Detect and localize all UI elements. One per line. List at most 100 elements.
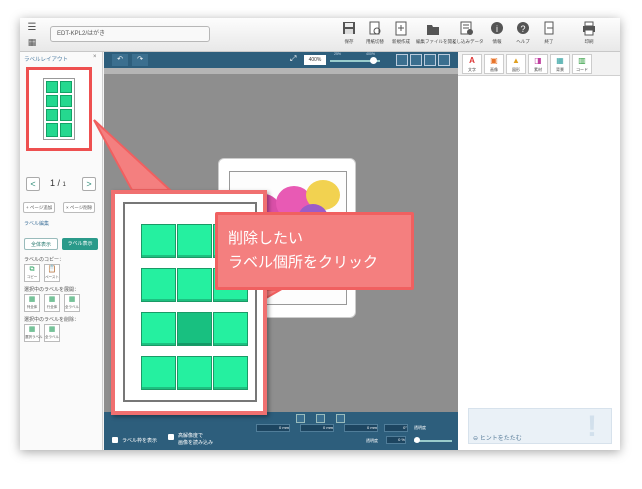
opacity-slider-handle[interactable] xyxy=(414,437,420,443)
panel-title: ラベルレイアウト xyxy=(24,57,69,63)
insert-background-button[interactable]: ▦ 背景 xyxy=(550,54,570,74)
x-position-field[interactable]: 0 mm xyxy=(256,424,290,432)
background-icon: ▦ xyxy=(556,56,564,65)
merge-data-label: 差し込みデータ xyxy=(452,39,484,44)
expand-label-heading: 選択中のラベルを展開： xyxy=(24,287,80,293)
thumbnail-label[interactable] xyxy=(60,109,72,121)
top-toolbar: ☰ ▦ EDT-KPL2/はがき 保存 用紙切替 新規作成 編集ファイルを開く … xyxy=(20,18,620,52)
delete-all-labels-button[interactable]: ▦ 全ラベル xyxy=(44,324,60,342)
rotate-270-icon[interactable] xyxy=(424,54,436,66)
thumbnail-label[interactable] xyxy=(60,123,72,137)
exit-button[interactable]: 終了 xyxy=(536,21,562,51)
delete-label-heading: 選択中のラベルを削除： xyxy=(24,317,80,323)
rotation-field[interactable]: 0° xyxy=(384,424,408,432)
insert-shape-button[interactable]: ▲ 図形 xyxy=(506,54,526,74)
page-thumbnail[interactable] xyxy=(26,67,92,151)
label-cell[interactable] xyxy=(177,268,212,302)
properties-panel: ! ⊖ ヒントをたたむ xyxy=(458,76,620,450)
thumbnail-label[interactable] xyxy=(46,81,58,93)
expand-column-button[interactable]: ▦ 列全体 xyxy=(24,294,40,312)
zoom-min-label: 25% xyxy=(334,52,342,56)
thumbnail-label[interactable] xyxy=(46,95,58,107)
document-title-field[interactable]: EDT-KPL2/はがき xyxy=(50,26,210,42)
insert-material-button[interactable]: ◨ 素材 xyxy=(528,54,548,74)
transparency-label: 透明度 xyxy=(414,425,426,430)
paper-switch-button[interactable]: 用紙切替 xyxy=(362,21,388,51)
collapse-hint-button[interactable]: ⊖ ヒントをたたむ xyxy=(473,433,522,442)
label-cell[interactable] xyxy=(141,268,176,302)
opacity-field[interactable]: 0 % xyxy=(386,436,406,444)
delete-selected-label-button[interactable]: ▦ 選択ラベル xyxy=(24,324,43,342)
save-button[interactable]: 保存 xyxy=(336,21,362,51)
layer-icon[interactable] xyxy=(296,414,305,423)
code-icon: ▥ xyxy=(578,56,586,65)
add-page-button[interactable]: + ページ追加 xyxy=(23,202,56,213)
lock-icon[interactable] xyxy=(316,414,325,423)
help-button[interactable]: ? ヘルプ xyxy=(510,21,536,51)
save-small-icon[interactable] xyxy=(336,414,345,423)
zoom-slider-handle[interactable] xyxy=(370,57,377,64)
delete-all-icon: ▦ xyxy=(48,326,56,333)
menu-icon[interactable]: ☰ xyxy=(24,21,40,34)
prev-page-button[interactable]: < xyxy=(26,177,40,191)
print-button[interactable]: 印刷 xyxy=(576,21,602,51)
svg-text:i: i xyxy=(496,24,498,34)
label-cell[interactable] xyxy=(141,224,176,258)
thumbnail-label[interactable] xyxy=(46,109,58,121)
next-page-button[interactable]: > xyxy=(82,177,96,191)
help-label: ヘルプ xyxy=(516,39,530,44)
thumbnail-label[interactable] xyxy=(60,81,72,93)
insert-text-button[interactable]: A 文字 xyxy=(462,54,482,74)
hires-checkbox[interactable] xyxy=(168,434,174,440)
label-cell[interactable] xyxy=(141,356,176,390)
copy-label-heading: ラベルのコピー： xyxy=(24,257,65,263)
page-total: 1 xyxy=(62,182,66,188)
label-cell[interactable] xyxy=(177,224,212,258)
rotate-90-icon[interactable] xyxy=(396,54,408,66)
paste-button[interactable]: 📋 ペースト xyxy=(44,264,60,282)
insert-code-button[interactable]: ▥ コード xyxy=(572,54,592,74)
apps-grid-icon[interactable]: ▦ xyxy=(24,36,40,49)
fit-view-icon[interactable]: ⤢ xyxy=(290,54,296,64)
info-button[interactable]: i 情報 xyxy=(484,21,510,51)
insert-image-button[interactable]: ▣ 画像 xyxy=(484,54,504,74)
label-cell-selected[interactable] xyxy=(177,312,212,346)
undo-button[interactable]: ↶ xyxy=(112,54,128,66)
copy-button[interactable]: ⧉ コピー xyxy=(24,264,40,282)
hires-label-2: 画像を読み込み xyxy=(178,440,214,446)
open-file-button[interactable]: 編集ファイルを開く xyxy=(416,21,457,51)
new-document-icon xyxy=(395,21,407,36)
save-label: 保存 xyxy=(344,39,354,44)
label-cell[interactable] xyxy=(141,312,176,346)
thumbnail-sheet xyxy=(43,78,75,140)
merge-data-button[interactable]: 差し込みデータ xyxy=(452,21,484,51)
zoom-value[interactable]: 400% xyxy=(304,55,326,65)
thumbnail-label[interactable] xyxy=(46,123,58,137)
flip-icon[interactable] xyxy=(438,54,450,66)
delete-page-button[interactable]: × ページ削除 xyxy=(63,202,96,213)
y-position-field[interactable]: 0 mm xyxy=(300,424,334,432)
show-frame-label: ラベル枠を表示 xyxy=(122,438,158,444)
label-cell[interactable] xyxy=(177,356,212,390)
expand-row-button[interactable]: ▦ 行全体 xyxy=(44,294,60,312)
rotate-180-icon[interactable] xyxy=(410,54,422,66)
redo-button[interactable]: ↷ xyxy=(132,54,148,66)
expand-all-button[interactable]: ▦ 全ラベル xyxy=(64,294,80,312)
label-layout-panel: ラベルレイアウト × < 1 / 1 > + ページ追加 × ページ削除 ラベル… xyxy=(20,52,103,450)
label-cell[interactable] xyxy=(213,312,248,346)
label-cell[interactable] xyxy=(213,356,248,390)
ruler xyxy=(104,68,458,74)
show-frame-checkbox[interactable] xyxy=(112,437,118,443)
image-icon: ▣ xyxy=(490,56,498,65)
info-label: 情報 xyxy=(492,39,502,44)
show-label-tab[interactable]: ラベル表示 xyxy=(62,238,98,250)
show-all-tab[interactable]: 全体表示 xyxy=(24,238,58,250)
save-icon xyxy=(343,22,355,34)
insert-toolbar: A 文字 ▣ 画像 ▲ 図形 ◨ 素材 ▦ 背景 ▥ コード xyxy=(458,52,620,76)
new-document-button[interactable]: 新規作成 xyxy=(388,21,414,51)
thumbnail-label[interactable] xyxy=(60,95,72,107)
close-icon[interactable]: × xyxy=(93,54,97,60)
width-field[interactable]: 0 mm xyxy=(344,424,378,432)
open-file-icon xyxy=(427,25,439,35)
page-current: 1 xyxy=(50,178,56,188)
